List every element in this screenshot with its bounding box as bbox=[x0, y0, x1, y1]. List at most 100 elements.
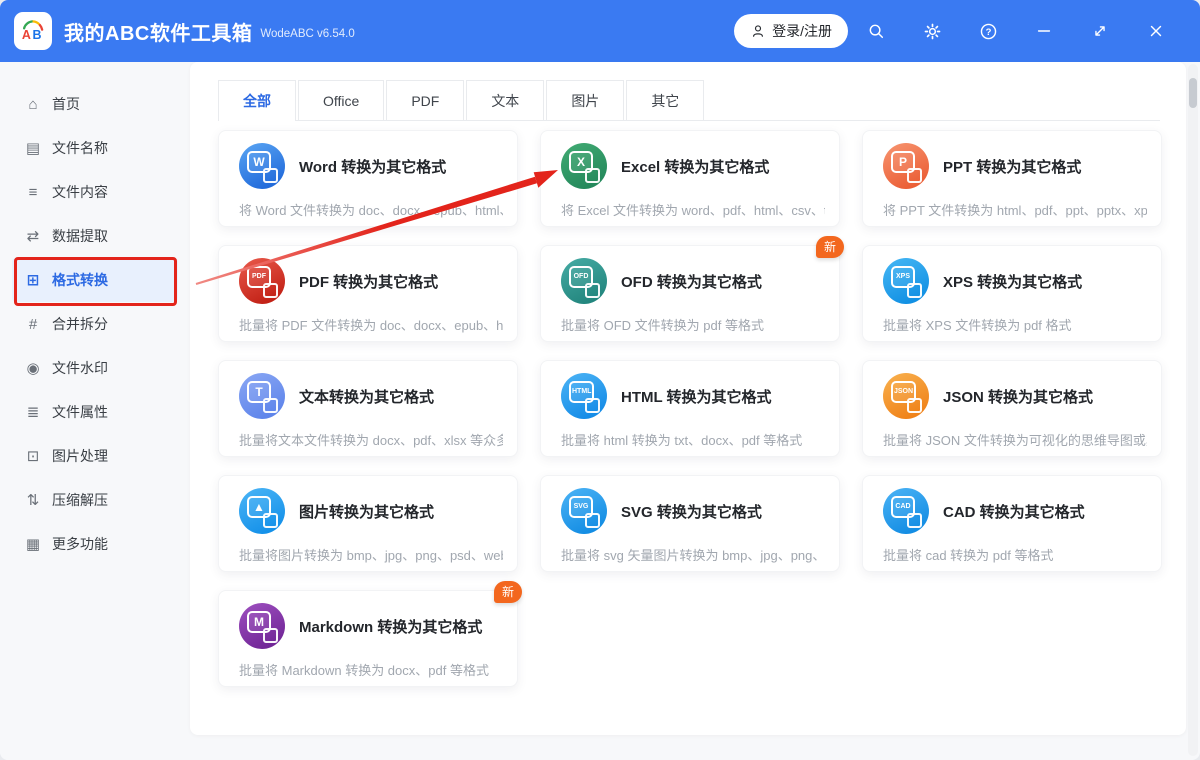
sidebar-item-label: 格式转换 bbox=[52, 272, 108, 288]
tool-card[interactable]: PDF PDF 转换为其它格式 批量将 PDF 文件转换为 doc、docx、e… bbox=[218, 245, 518, 342]
tool-card[interactable]: W Word 转换为其它格式 将 Word 文件转换为 doc、docx、epu… bbox=[218, 130, 518, 227]
sidebar-item[interactable]: ▤ 文件名称 bbox=[12, 126, 178, 170]
settings-gear-icon bbox=[924, 23, 940, 39]
sidebar-item-icon: ◉ bbox=[26, 360, 40, 377]
tab[interactable]: 其它 bbox=[626, 80, 705, 120]
tool-card[interactable]: X Excel 转换为其它格式 将 Excel 文件转换为 word、pdf、h… bbox=[540, 130, 840, 227]
format-icon: JSON bbox=[883, 373, 929, 419]
tool-card[interactable]: SVG SVG 转换为其它格式 批量将 svg 矢量图片转换为 bmp、jpg、… bbox=[540, 475, 840, 572]
tab[interactable]: Office bbox=[298, 80, 385, 120]
card-description: 批量将 OFD 文件转换为 pdf 等格式 bbox=[561, 318, 764, 333]
settings-button[interactable] bbox=[904, 11, 960, 51]
convert-motif-icon bbox=[907, 513, 922, 528]
login-label: 登录/注册 bbox=[772, 23, 832, 39]
tool-card[interactable]: HTML HTML 转换为其它格式 批量将 html 转换为 txt、docx、… bbox=[540, 360, 840, 457]
sidebar: ⌂ 首页 ▤ 文件名称 ≡ 文件内容 ⇄ 数据提取 ⊞ 格式转换 # 合并拆分 … bbox=[0, 62, 190, 760]
format-icon: W bbox=[239, 143, 285, 189]
sidebar-item[interactable]: ≡ 文件内容 bbox=[12, 170, 178, 214]
tab[interactable]: 图片 bbox=[546, 80, 625, 120]
scrollbar-thumb[interactable] bbox=[1189, 78, 1197, 108]
sidebar-item-icon: ⊞ bbox=[26, 272, 40, 289]
sidebar-item[interactable]: ◉ 文件水印 bbox=[12, 346, 178, 390]
app-logo: A B bbox=[14, 12, 52, 50]
card-header: OFD OFD 转换为其它格式 bbox=[561, 256, 825, 306]
convert-motif-icon bbox=[585, 283, 600, 298]
sidebar-item-label: 文件属性 bbox=[52, 404, 108, 420]
help-button[interactable]: ? bbox=[960, 11, 1016, 51]
sidebar-item-label: 文件名称 bbox=[52, 140, 108, 156]
convert-motif-icon bbox=[263, 628, 278, 643]
card-header: X Excel 转换为其它格式 bbox=[561, 141, 825, 191]
sidebar-item[interactable]: ⊡ 图片处理 bbox=[12, 434, 178, 478]
sidebar-item-icon: ⇅ bbox=[26, 492, 40, 509]
close-button[interactable] bbox=[1128, 11, 1184, 51]
card-title: CAD 转换为其它格式 bbox=[943, 503, 1085, 521]
sidebar-item-icon: ▤ bbox=[25, 140, 41, 157]
tab[interactable]: 全部 bbox=[218, 80, 296, 121]
sidebar-item[interactable]: ⇅ 压缩解压 bbox=[12, 478, 178, 522]
tool-card[interactable]: CAD CAD 转换为其它格式 批量将 cad 转换为 pdf 等格式 bbox=[862, 475, 1162, 572]
card-description: 批量将 XPS 文件转换为 pdf 格式 bbox=[883, 318, 1072, 333]
new-badge: 新 bbox=[815, 236, 844, 258]
svg-text:?: ? bbox=[985, 26, 991, 37]
tab-label: Office bbox=[323, 92, 360, 109]
sidebar-item[interactable]: ⊞ 格式转换 bbox=[12, 258, 178, 302]
titlebar: A B 我的ABC软件工具箱 WodeABC v6.54.0 登录/注册 ? bbox=[0, 0, 1200, 62]
sidebar-item-label: 文件内容 bbox=[52, 184, 108, 200]
card-header: ▲ 图片转换为其它格式 bbox=[239, 486, 503, 536]
scrollbar-track[interactable] bbox=[1188, 64, 1198, 756]
svg-text:A: A bbox=[22, 28, 31, 42]
sidebar-item-icon: # bbox=[28, 315, 38, 333]
tab-label: 其它 bbox=[651, 92, 680, 109]
titlebar-actions: 登录/注册 ? bbox=[734, 11, 1184, 51]
convert-motif-icon bbox=[585, 398, 600, 413]
card-title: Markdown 转换为其它格式 bbox=[299, 618, 483, 636]
search-button[interactable] bbox=[848, 11, 904, 51]
sidebar-item[interactable]: # 合并拆分 bbox=[12, 302, 178, 346]
tab-label: 文本 bbox=[491, 92, 520, 109]
card-description: 批量将 JSON 文件转换为可视化的思维导图或其它格式 bbox=[883, 433, 1147, 448]
format-icon: X bbox=[561, 143, 607, 189]
tool-card[interactable]: T 文本转换为其它格式 批量将文本文件转换为 docx、pdf、xlsx 等众多… bbox=[218, 360, 518, 457]
format-icon: XPS bbox=[883, 258, 929, 304]
tab-label: 图片 bbox=[571, 92, 600, 109]
card-description: 批量将图片转换为 bmp、jpg、png、psd、webp、 bbox=[239, 548, 503, 563]
tool-card[interactable]: M Markdown 转换为其它格式 批量将 Markdown 转换为 docx… bbox=[218, 581, 522, 687]
convert-motif-icon bbox=[263, 283, 278, 298]
convert-motif-icon bbox=[907, 283, 922, 298]
sidebar-item-label: 首页 bbox=[52, 96, 80, 112]
login-button[interactable]: 登录/注册 bbox=[734, 14, 848, 48]
format-icon: OFD bbox=[561, 258, 607, 304]
format-icon: ▲ bbox=[239, 488, 285, 534]
tool-card[interactable]: XPS XPS 转换为其它格式 批量将 XPS 文件转换为 pdf 格式 bbox=[862, 245, 1162, 342]
close-icon bbox=[1150, 25, 1162, 37]
sidebar-item[interactable]: ▦ 更多功能 bbox=[12, 522, 178, 566]
card-title: OFD 转换为其它格式 bbox=[621, 273, 762, 291]
card-title: SVG 转换为其它格式 bbox=[621, 503, 762, 521]
search-icon bbox=[869, 24, 884, 39]
sidebar-item[interactable]: ⇄ 数据提取 bbox=[12, 214, 178, 258]
tool-card[interactable]: ▲ 图片转换为其它格式 批量将图片转换为 bmp、jpg、png、psd、web… bbox=[218, 475, 518, 572]
sidebar-item[interactable]: ≣ 文件属性 bbox=[12, 390, 178, 434]
tab[interactable]: 文本 bbox=[466, 80, 545, 120]
abc-logo-icon: A B bbox=[22, 20, 44, 42]
card-header: M Markdown 转换为其它格式 bbox=[239, 601, 503, 651]
sidebar-item-label: 更多功能 bbox=[52, 536, 108, 552]
sidebar-item[interactable]: ⌂ 首页 bbox=[12, 82, 178, 126]
convert-motif-icon bbox=[907, 398, 922, 413]
tool-card[interactable]: P PPT 转换为其它格式 将 PPT 文件转换为 html、pdf、ppt、p… bbox=[862, 130, 1162, 227]
sidebar-item-label: 图片处理 bbox=[52, 448, 108, 464]
maximize-button[interactable] bbox=[1072, 11, 1128, 51]
tool-card[interactable]: JSON JSON 转换为其它格式 批量将 JSON 文件转换为可视化的思维导图… bbox=[862, 360, 1162, 457]
card-title: Word 转换为其它格式 bbox=[299, 158, 447, 176]
tab[interactable]: PDF bbox=[386, 80, 465, 120]
card-description: 将 Word 文件转换为 doc、docx、epub、html、pdf bbox=[239, 203, 503, 218]
sidebar-item-icon: ⊡ bbox=[26, 448, 40, 465]
sidebar-item-icon: ⇄ bbox=[26, 228, 40, 245]
convert-motif-icon bbox=[263, 398, 278, 413]
minimize-button[interactable] bbox=[1016, 11, 1072, 51]
card-title: XPS 转换为其它格式 bbox=[943, 273, 1083, 291]
format-icon: M bbox=[239, 603, 285, 649]
tool-card[interactable]: OFD OFD 转换为其它格式 批量将 OFD 文件转换为 pdf 等格式 新 bbox=[540, 236, 844, 342]
card-description: 批量将 html 转换为 txt、docx、pdf 等格式 bbox=[561, 433, 803, 448]
